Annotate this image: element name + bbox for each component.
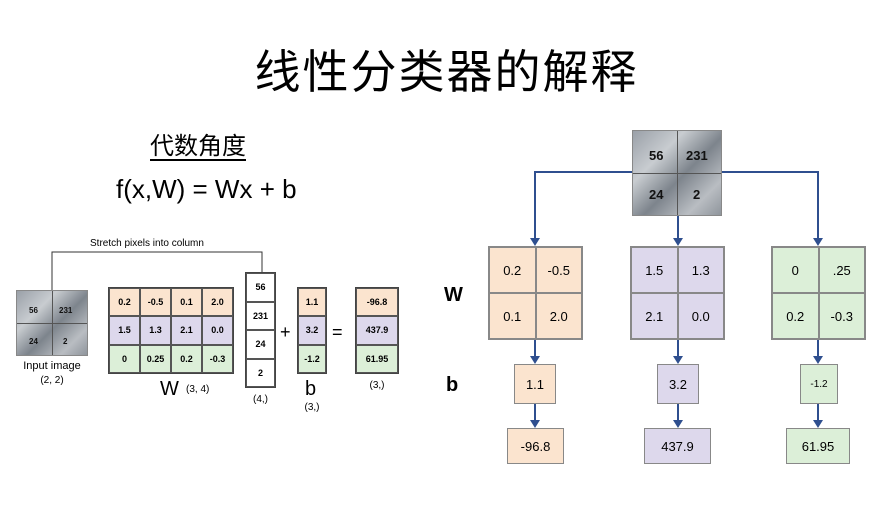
b-shape: (3,) (304, 402, 320, 413)
right-pixel: 2 (693, 187, 701, 202)
w-cell: 0.2 (171, 344, 202, 373)
w-block-cell: .25 (818, 247, 865, 293)
b-vector: 1.1 3.2 -1.2 (297, 287, 327, 374)
b-cell: 1.1 (298, 288, 326, 317)
b-cell: -1.2 (298, 344, 326, 373)
w-block-2: 1.5 1.3 2.1 0.0 (630, 246, 725, 340)
w-block-cell: 1.5 (631, 247, 678, 293)
out-block-1: -96.8 (507, 428, 564, 464)
right-pixel: 56 (649, 148, 664, 163)
w-cell: 0.25 (140, 344, 171, 373)
b-block-3: -1.2 (800, 364, 838, 404)
w-cell: 0.0 (202, 316, 233, 345)
stretch-label: Stretch pixels into column (90, 238, 204, 249)
w-block-cell: 0.2 (489, 247, 536, 293)
w-cell: 1.5 (109, 316, 140, 345)
b-block-1: 1.1 (514, 364, 556, 404)
w-block-cell: 0.2 (772, 293, 819, 339)
w-cell: -0.3 (202, 344, 233, 373)
w-matrix: 0.2 -0.5 0.1 2.0 1.5 1.3 2.1 0.0 0 0.25 … (108, 287, 234, 374)
plus-sign: + (280, 322, 291, 342)
w-cell: 0.1 (171, 288, 202, 317)
w-block-cell: 2.0 (535, 293, 582, 339)
w-cell: -0.5 (140, 288, 171, 317)
equals-sign: = (332, 322, 343, 342)
w-block-cell: -0.5 (535, 247, 582, 293)
w-block-cell: -0.3 (818, 293, 865, 339)
w-label: W (160, 378, 179, 400)
row-label-b: b (446, 374, 459, 396)
out-block-3: 61.95 (786, 428, 850, 464)
result-shape: (3,) (369, 380, 385, 391)
right-pixel: 24 (649, 187, 664, 202)
right-input-image: 56 231 24 2 (632, 130, 722, 216)
w-block-3: 0 .25 0.2 -0.3 (771, 246, 866, 340)
w-cell: 2.1 (171, 316, 202, 345)
x-vector: 56 231 24 2 (245, 272, 276, 388)
w-block-cell: 2.1 (631, 293, 678, 339)
w-block-cell: 1.3 (677, 247, 724, 293)
w-cell: 1.3 (140, 316, 171, 345)
w-block-cell: 0.1 (489, 293, 536, 339)
b-cell: 3.2 (298, 316, 326, 345)
w-cell: 0 (109, 344, 140, 373)
input-pixel: 24 (29, 337, 38, 346)
x-cell: 24 (246, 330, 275, 359)
row-label-w: W (444, 284, 463, 306)
w-block-cell: 0 (772, 247, 819, 293)
input-pixel: 231 (59, 306, 73, 315)
input-image-shape: (2, 2) (40, 375, 64, 386)
result-cell: 61.95 (356, 344, 398, 373)
input-pixel: 56 (29, 306, 38, 315)
w-shape: (3, 4) (186, 384, 210, 395)
b-label: b (305, 378, 317, 400)
result-cell: -96.8 (356, 288, 398, 317)
result-vector: -96.8 437.9 61.95 (355, 287, 399, 374)
x-shape: (4,) (253, 394, 268, 405)
w-block-cell: 0.0 (677, 293, 724, 339)
connector-lines (51, 171, 823, 428)
input-image-label: Input image (23, 360, 81, 372)
right-pixel: 231 (686, 148, 708, 163)
x-cell: 2 (246, 358, 275, 387)
b-block-2: 3.2 (657, 364, 699, 404)
out-block-2: 437.9 (644, 428, 711, 464)
input-image: 56 231 24 2 (16, 290, 88, 356)
w-cell: 0.2 (109, 288, 140, 317)
w-cell: 2.0 (202, 288, 233, 317)
x-cell: 231 (246, 301, 275, 330)
w-block-1: 0.2 -0.5 0.1 2.0 (488, 246, 583, 340)
result-cell: 437.9 (356, 316, 398, 345)
x-cell: 56 (246, 273, 275, 302)
input-pixel: 2 (63, 337, 68, 346)
